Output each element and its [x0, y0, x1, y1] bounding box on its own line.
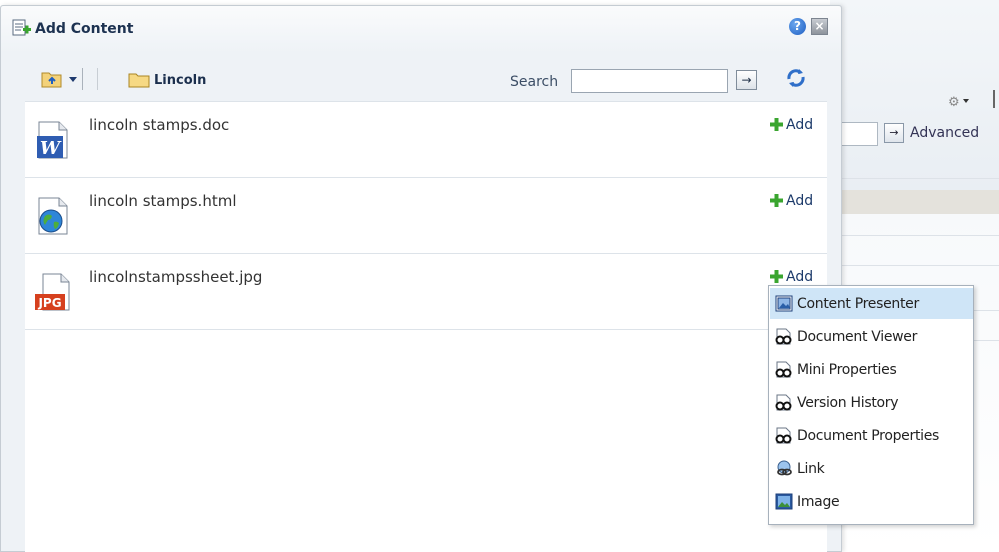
chevron-down-icon[interactable] [963, 99, 969, 103]
add-button[interactable]: Add [770, 116, 813, 133]
binoculars-icon [775, 328, 792, 345]
file-name[interactable]: lincolnstampssheet.jpg [89, 268, 262, 286]
search-input[interactable] [571, 69, 728, 93]
folder-icon [128, 73, 150, 88]
menu-item-label: Image [797, 494, 840, 510]
divider [830, 178, 999, 179]
divider [993, 90, 995, 108]
menu-item-label: Version History [797, 395, 899, 411]
close-icon[interactable]: × [811, 18, 828, 35]
svg-text:JPG: JPG [37, 296, 61, 310]
binoculars-icon [775, 394, 792, 411]
menu-item-version-history[interactable]: Version History [770, 387, 973, 418]
content-presenter-icon [775, 295, 793, 312]
search-go-button[interactable]: → [736, 70, 757, 90]
refresh-icon[interactable] [784, 66, 808, 90]
divider [830, 265, 999, 266]
binoculars-icon [775, 427, 792, 444]
list-item[interactable]: JPG lincolnstampssheet.jpg Add [25, 254, 827, 330]
list-item[interactable]: lincoln stamps.html Add [25, 178, 827, 254]
add-content-dialog: Add Content ? × Lincoln Search → W linco… [0, 5, 842, 552]
menu-item-label: Mini Properties [797, 362, 897, 378]
menu-item-label: Document Properties [797, 428, 940, 444]
menu-item-document-properties[interactable]: Document Properties [770, 420, 973, 451]
toolbar-separator [82, 68, 83, 90]
file-name[interactable]: lincoln stamps.html [89, 192, 236, 210]
background-go-button[interactable]: → [884, 123, 904, 143]
advanced-link[interactable]: Advanced [910, 125, 979, 141]
jpg-image-icon: JPG [35, 273, 70, 311]
gear-icon[interactable]: ⚙ [948, 95, 960, 110]
toolbar-separator [97, 68, 98, 90]
dialog-titlebar: Add Content ? × [1, 6, 841, 54]
add-plus-icon [770, 194, 783, 207]
add-label: Add [786, 193, 814, 209]
menu-item-link[interactable]: Link [770, 453, 973, 484]
add-options-menu: Content Presenter Document Viewer Mini P… [768, 285, 974, 525]
list-item[interactable]: W lincoln stamps.doc Add [25, 102, 827, 178]
menu-item-content-presenter[interactable]: Content Presenter [770, 288, 973, 319]
image-icon [775, 493, 793, 510]
menu-item-label: Content Presenter [797, 296, 919, 312]
menu-item-image[interactable]: Image [770, 486, 973, 517]
folder-up-icon[interactable] [41, 70, 63, 88]
background-band [830, 190, 999, 214]
breadcrumb[interactable]: Lincoln [154, 73, 206, 88]
binoculars-icon [775, 361, 792, 378]
dialog-title: Add Content [35, 21, 134, 37]
link-chain-icon [777, 460, 792, 476]
svg-text:W: W [40, 138, 62, 159]
add-button[interactable]: Add [770, 192, 813, 209]
html-globe-icon [38, 197, 68, 235]
menu-item-label: Link [797, 461, 825, 477]
word-doc-icon: W [37, 121, 68, 159]
file-list: W lincoln stamps.doc Add lincoln stamps.… [25, 101, 827, 552]
add-plus-icon [770, 270, 783, 283]
chevron-down-icon[interactable] [69, 77, 77, 82]
file-name[interactable]: lincoln stamps.doc [89, 116, 229, 134]
menu-item-label: Document Viewer [797, 329, 918, 345]
add-button[interactable]: Add [770, 268, 813, 285]
background-header [830, 0, 999, 190]
search-label: Search [510, 74, 559, 90]
add-label: Add [786, 117, 814, 133]
menu-item-document-viewer[interactable]: Document Viewer [770, 321, 973, 352]
content-toolbar: Lincoln Search → [25, 62, 827, 102]
divider [830, 235, 999, 236]
add-label: Add [786, 269, 814, 285]
help-icon[interactable]: ? [789, 18, 806, 35]
menu-item-mini-properties[interactable]: Mini Properties [770, 354, 973, 385]
add-content-icon [12, 19, 31, 36]
add-plus-icon [770, 118, 783, 131]
